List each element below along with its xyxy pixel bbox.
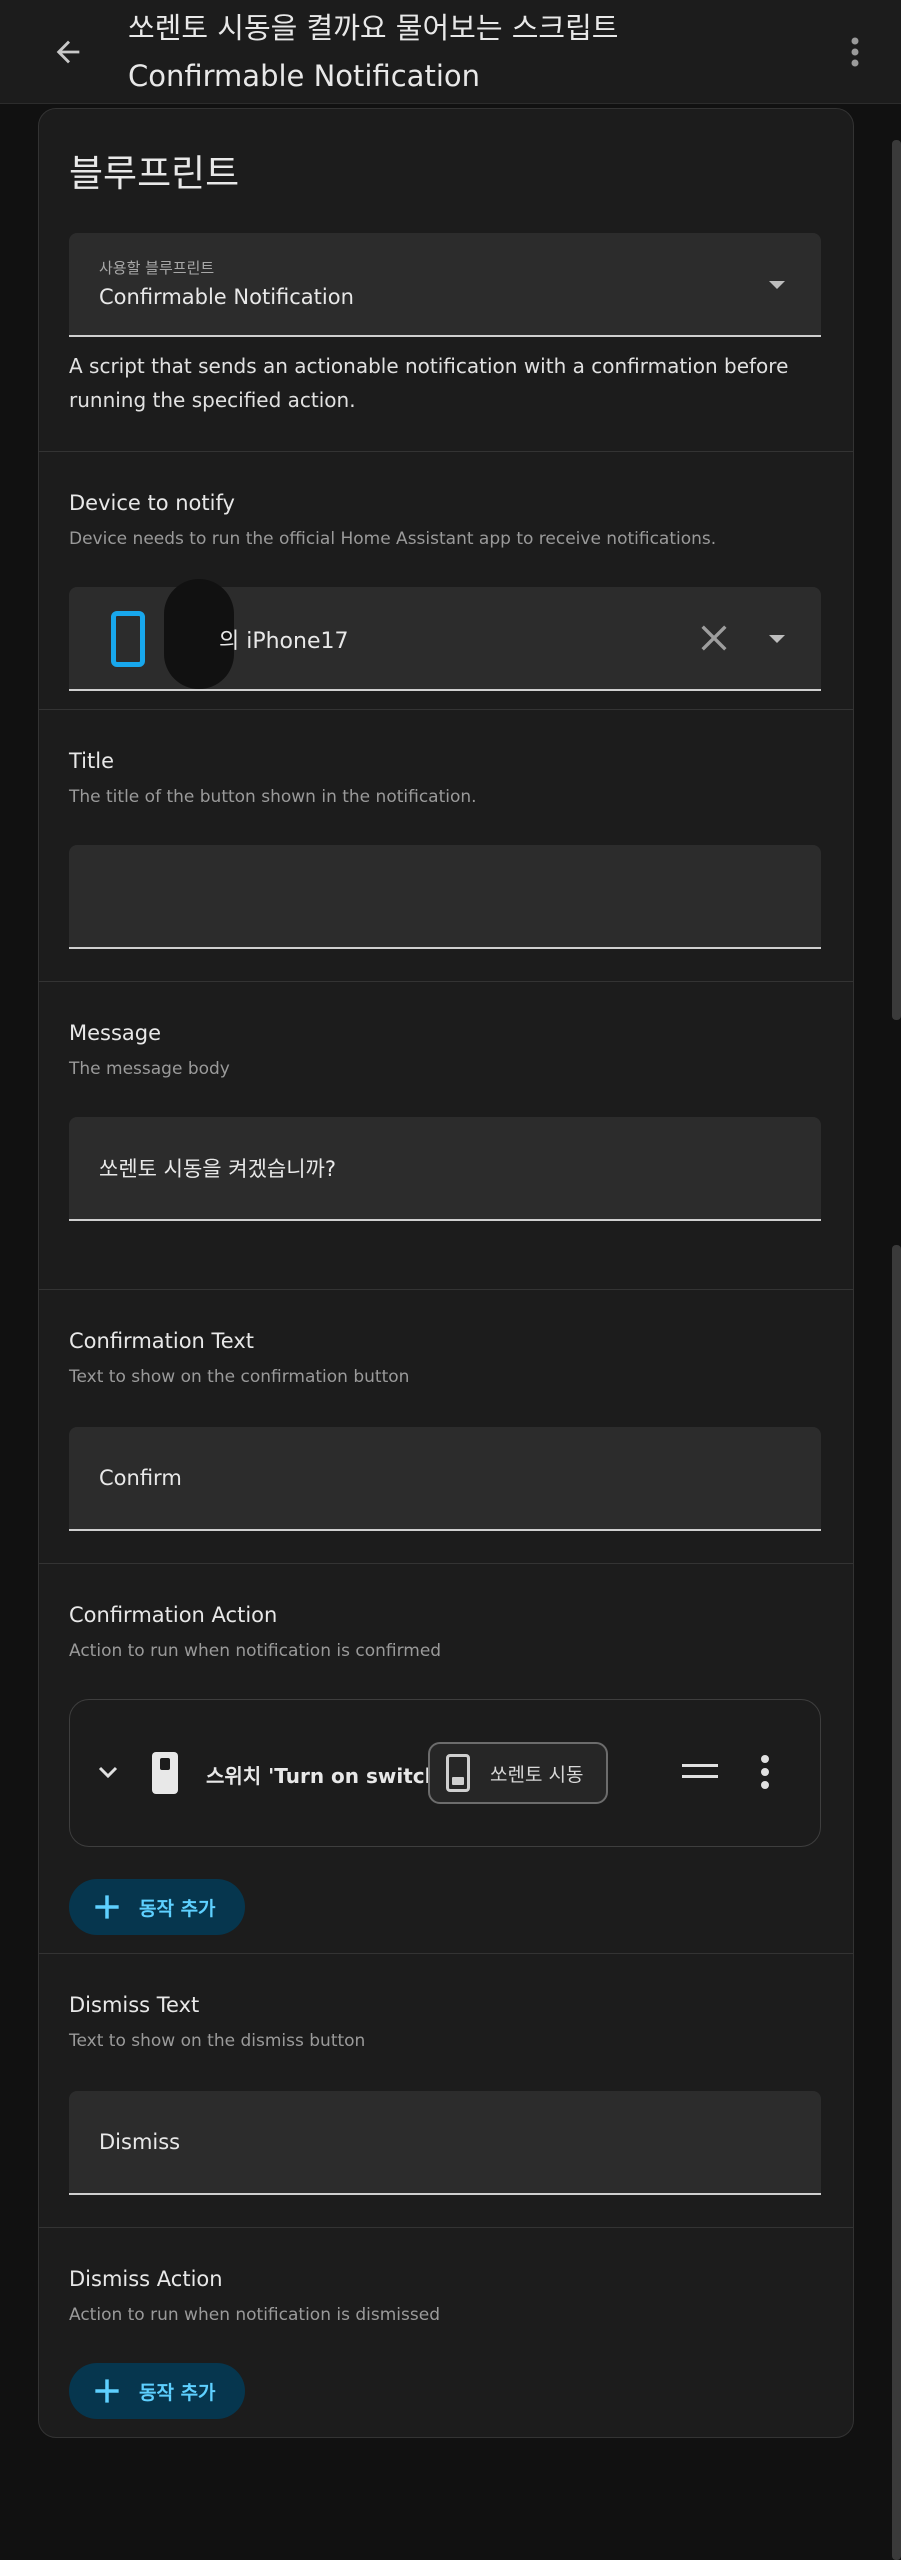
scrollbar-secondary[interactable] xyxy=(892,1245,901,2560)
add-action-button[interactable]: 동작 추가 xyxy=(69,1879,245,1935)
divider xyxy=(39,709,853,710)
plus-icon xyxy=(95,2379,119,2403)
dismiss-action-subtitle: Action to run when notification is dismi… xyxy=(69,2305,440,2325)
scrollbar[interactable] xyxy=(892,140,901,1020)
action-label: 스위치 'Turn on switch' xyxy=(206,1764,445,1788)
device-picker-value: 의 iPhone17 xyxy=(219,629,349,654)
add-dismiss-action-label: 동작 추가 xyxy=(139,2382,216,2404)
message-section-title: Message xyxy=(69,1021,162,1045)
dropdown-arrow-icon[interactable] xyxy=(769,635,785,643)
message-section-subtitle: The message body xyxy=(69,1059,230,1079)
plus-icon xyxy=(95,1895,119,1919)
confirmation-action-title: Confirmation Action xyxy=(69,1603,278,1627)
confirmation-text-subtitle: Text to show on the confirmation button xyxy=(69,1367,410,1387)
clear-icon[interactable] xyxy=(697,621,731,655)
arrow-left-icon xyxy=(56,40,80,64)
blueprint-card: 블루프린트 사용할 블루프린트 Confirmable Notification… xyxy=(38,108,854,2438)
device-section-title: Device to notify xyxy=(69,491,235,515)
dismiss-text-value: Dismiss xyxy=(99,2130,181,2154)
divider xyxy=(39,2227,853,2228)
device-section-subtitle: Device needs to run the official Home As… xyxy=(69,529,717,549)
target-chip[interactable]: 쏘렌토 시동 xyxy=(428,1742,608,1804)
device-picker[interactable]: 의 iPhone17 xyxy=(69,579,821,691)
chevron-down-icon[interactable] xyxy=(96,1760,120,1784)
divider xyxy=(39,981,853,982)
drag-handle-icon[interactable] xyxy=(682,1764,718,1778)
divider xyxy=(39,1563,853,1564)
mobile-phone-icon xyxy=(446,1754,470,1792)
more-vertical-icon[interactable] xyxy=(760,1754,770,1790)
confirmation-action-subtitle: Action to run when notification is confi… xyxy=(69,1641,442,1661)
switch-icon xyxy=(152,1752,178,1794)
divider xyxy=(39,1953,853,1954)
blueprint-select-label: 사용할 블루프린트 xyxy=(99,259,215,277)
dismiss-text-title: Dismiss Text xyxy=(69,1993,200,2017)
dismiss-text-subtitle: Text to show on the dismiss button xyxy=(69,2031,366,2051)
divider xyxy=(39,1289,853,1290)
app-bar: 쏘렌토 시동을 켤까요 물어보는 스크립트 Confirmable Notifi… xyxy=(0,0,901,104)
card-title: 블루프린트 xyxy=(69,152,240,195)
target-chip-label: 쏘렌토 시동 xyxy=(490,1764,584,1786)
confirmation-text-title: Confirmation Text xyxy=(69,1329,255,1353)
page-title: 쏘렌토 시동을 켤까요 물어보는 스크립트 Confirmable Notifi… xyxy=(128,4,808,100)
confirmation-text-value: Confirm xyxy=(99,1466,182,1490)
add-action-label: 동작 추가 xyxy=(139,1898,216,1920)
divider xyxy=(39,451,853,452)
overflow-menu-button[interactable] xyxy=(827,24,883,80)
back-button[interactable] xyxy=(40,24,96,80)
message-input[interactable]: 쏘렌토 시동을 켜겠습니까? xyxy=(69,1117,821,1221)
add-dismiss-action-button[interactable]: 동작 추가 xyxy=(69,2363,245,2419)
blueprint-select-value: Confirmable Notification xyxy=(99,285,354,309)
mobile-phone-icon xyxy=(111,611,145,667)
message-input-value: 쏘렌토 시동을 켜겠습니까? xyxy=(99,1157,337,1181)
action-row[interactable]: 스위치 'Turn on switch' 쏘렌토 시동 xyxy=(69,1699,821,1847)
page-title-line1: 쏘렌토 시동을 켤까요 물어보는 스크립트 xyxy=(128,11,619,45)
blueprint-description: A script that sends an actionable notifi… xyxy=(69,354,789,412)
dropdown-arrow-icon xyxy=(769,281,785,289)
title-section-title: Title xyxy=(69,749,115,773)
title-section-subtitle: The title of the button shown in the not… xyxy=(69,787,477,807)
page-title-line2: Confirmable Notification xyxy=(128,59,480,93)
dismiss-action-title: Dismiss Action xyxy=(69,2267,223,2291)
title-input[interactable] xyxy=(69,845,821,949)
blueprint-select[interactable]: 사용할 블루프린트 Confirmable Notification xyxy=(69,233,821,337)
more-vertical-icon xyxy=(851,37,859,67)
dismiss-text-input[interactable]: Dismiss xyxy=(69,2091,821,2195)
confirmation-text-input[interactable]: Confirm xyxy=(69,1427,821,1531)
